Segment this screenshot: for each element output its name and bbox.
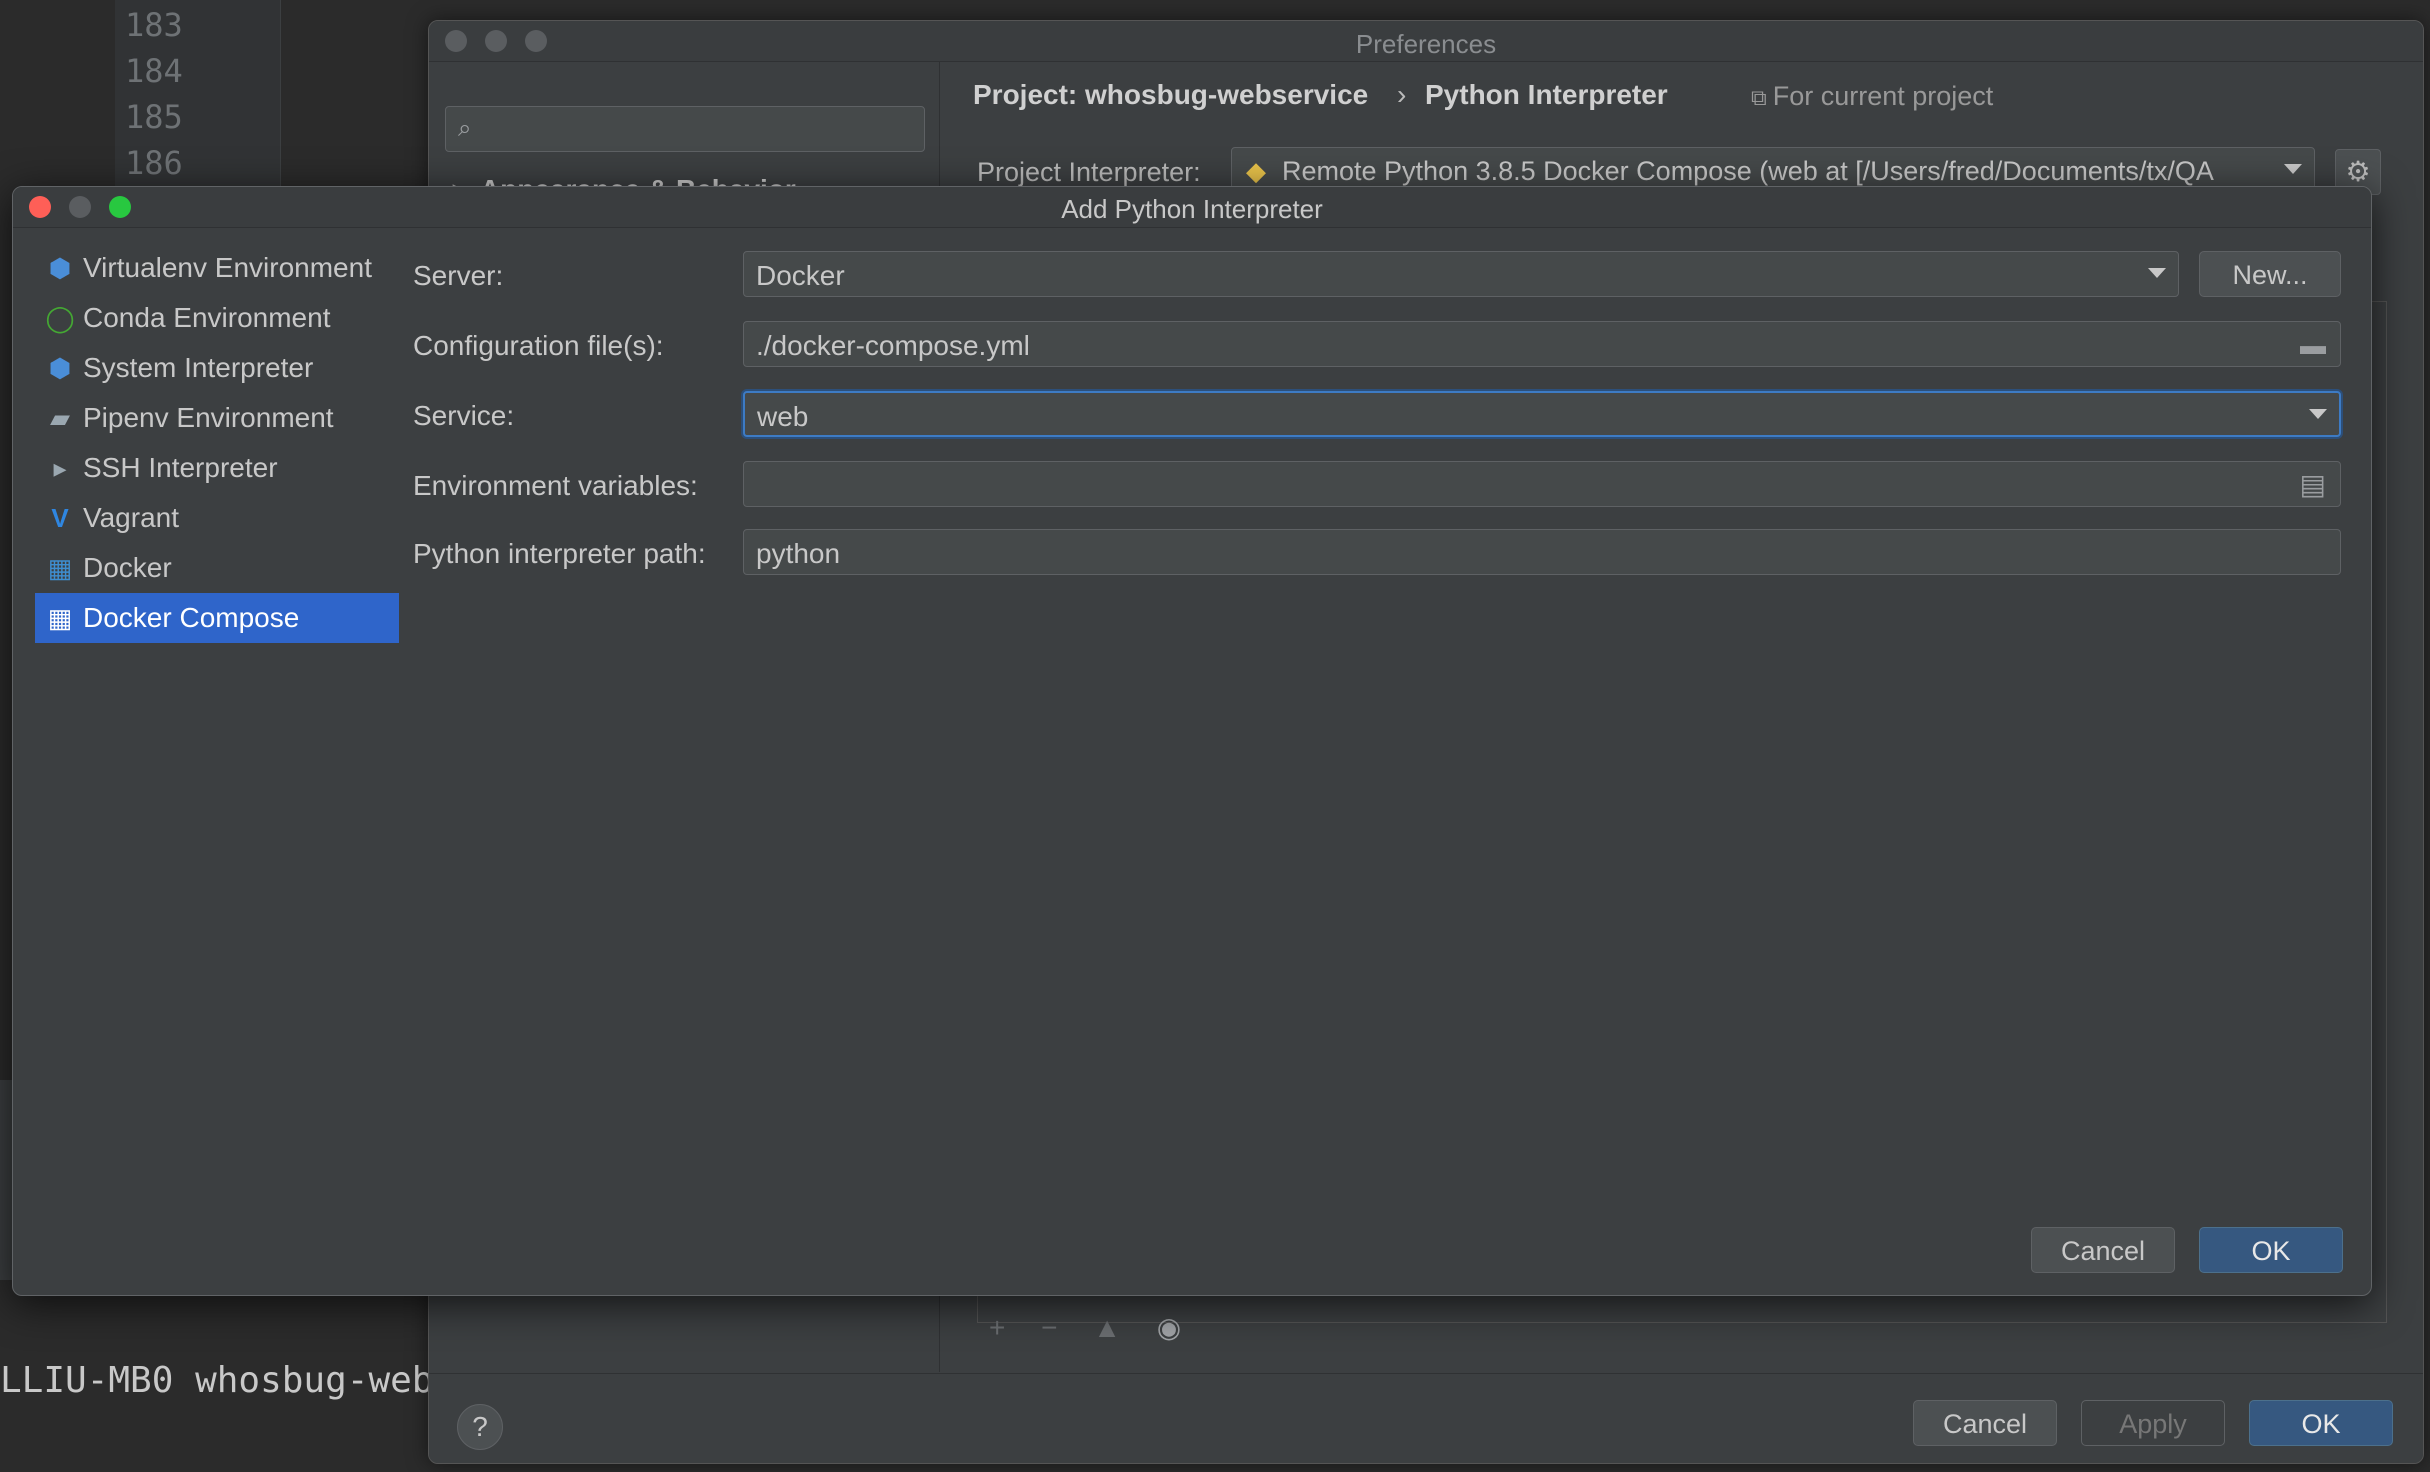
conda-icon: ◯ [45,303,75,333]
dialog-ok-button[interactable]: OK [2199,1227,2343,1273]
breadcrumb-page: Python Interpreter [1425,79,1668,110]
interpreter-type-list: ⬢ Virtualenv Environment ◯ Conda Environ… [35,243,399,643]
eye-icon[interactable]: ◉ [1157,1312,1181,1343]
path-label: Python interpreter path: [413,538,706,569]
copy-icon: ⧉ [1751,85,1767,110]
nav-item-label: Docker Compose [83,602,300,633]
service-select[interactable]: web [743,391,2341,437]
nav-item-docker-compose[interactable]: ▦ Docker Compose [35,593,399,643]
path-value: python [756,538,841,569]
upgrade-icon[interactable]: ▲ [1093,1312,1121,1343]
scope-label: ⧉ For current project [1751,81,1993,112]
server-label: Server: [413,260,504,291]
docker-icon: ▦ [47,553,73,583]
chevron-down-icon [2148,268,2166,278]
env-variables-input[interactable]: ▤ [743,461,2341,507]
nav-item-label: Virtualenv Environment [83,252,372,283]
python-icon: ⬢ [48,353,72,383]
add-interpreter-dialog: Add Python Interpreter ⬢ Virtualenv Envi… [12,186,2372,1296]
line-number: 186 [125,144,183,182]
nav-item-label: Pipenv Environment [83,402,334,433]
line-number: 184 [125,52,183,90]
server-select[interactable]: Docker [743,251,2179,297]
remove-icon[interactable]: − [1041,1312,1057,1343]
python-icon: ◆ [1246,156,1266,186]
add-icon[interactable]: + [989,1312,1005,1343]
preferences-ok-button[interactable]: OK [2249,1400,2393,1446]
help-button[interactable]: ? [457,1404,503,1450]
packages-toolbar: + − ▲ ◉ [989,1311,1209,1344]
config-value: ./docker-compose.yml [756,330,1030,361]
folder-icon: ▰ [50,403,70,433]
service-label: Service: [413,400,515,431]
chevron-down-icon [2284,164,2302,174]
dialog-cancel-button[interactable]: Cancel [2031,1227,2175,1273]
preferences-search-input[interactable]: ⌕ [445,106,925,152]
config-label: Configuration file(s): [413,330,664,361]
nav-item-label: Docker [83,552,172,583]
docker-icon: ▦ [47,603,73,633]
search-icon: ⌕ [458,115,472,142]
preferences-apply-button[interactable]: Apply [2081,1400,2225,1446]
terminal-icon: ▸ [53,453,67,483]
preferences-footer: ? Cancel Apply OK [429,1373,2423,1463]
line-number: 183 [125,6,183,44]
new-server-button[interactable]: New... [2199,251,2341,297]
breadcrumb-separator: › [1397,79,1407,110]
nav-item-virtualenv[interactable]: ⬢ Virtualenv Environment [35,243,399,293]
scope-text: For current project [1772,81,1994,111]
nav-item-pipenv[interactable]: ▰ Pipenv Environment [35,393,399,443]
interpreter-label: Project Interpreter: [977,157,1201,187]
chevron-down-icon [2309,409,2327,419]
nav-item-label: Conda Environment [83,302,331,333]
preferences-cancel-button[interactable]: Cancel [1913,1400,2057,1446]
env-label: Environment variables: [413,470,698,501]
preferences-titlebar: Preferences [429,21,2423,62]
interpreter-path-input[interactable]: python [743,529,2341,575]
nav-item-system[interactable]: ⬢ System Interpreter [35,343,399,393]
line-number: 185 [125,98,183,136]
nav-item-vagrant[interactable]: V Vagrant [35,493,399,543]
breadcrumb-project: Project: whosbug-webservice [973,79,1369,110]
nav-item-ssh[interactable]: ▸ SSH Interpreter [35,443,399,493]
nav-item-label: Vagrant [83,502,179,533]
server-value: Docker [756,260,845,291]
nav-item-label: System Interpreter [83,352,314,383]
folder-icon[interactable]: ▬ [2300,330,2326,361]
nav-item-label: SSH Interpreter [83,452,278,483]
dialog-titlebar: Add Python Interpreter [13,187,2371,228]
interpreter-value: Remote Python 3.8.5 Docker Compose (web … [1282,156,2214,186]
vagrant-icon: V [51,503,69,533]
dialog-title: Add Python Interpreter [1061,194,1323,224]
python-icon: ⬢ [48,253,72,283]
service-value: web [757,401,809,432]
nav-item-docker[interactable]: ▦ Docker [35,543,399,593]
terminal-prompt: LLIU-MB0 whosbug-web [0,1360,434,1401]
nav-item-conda[interactable]: ◯ Conda Environment [35,293,399,343]
config-file-input[interactable]: ./docker-compose.yml ▬ [743,321,2341,367]
document-icon[interactable]: ▤ [2300,468,2326,501]
preferences-title: Preferences [1355,29,1497,59]
